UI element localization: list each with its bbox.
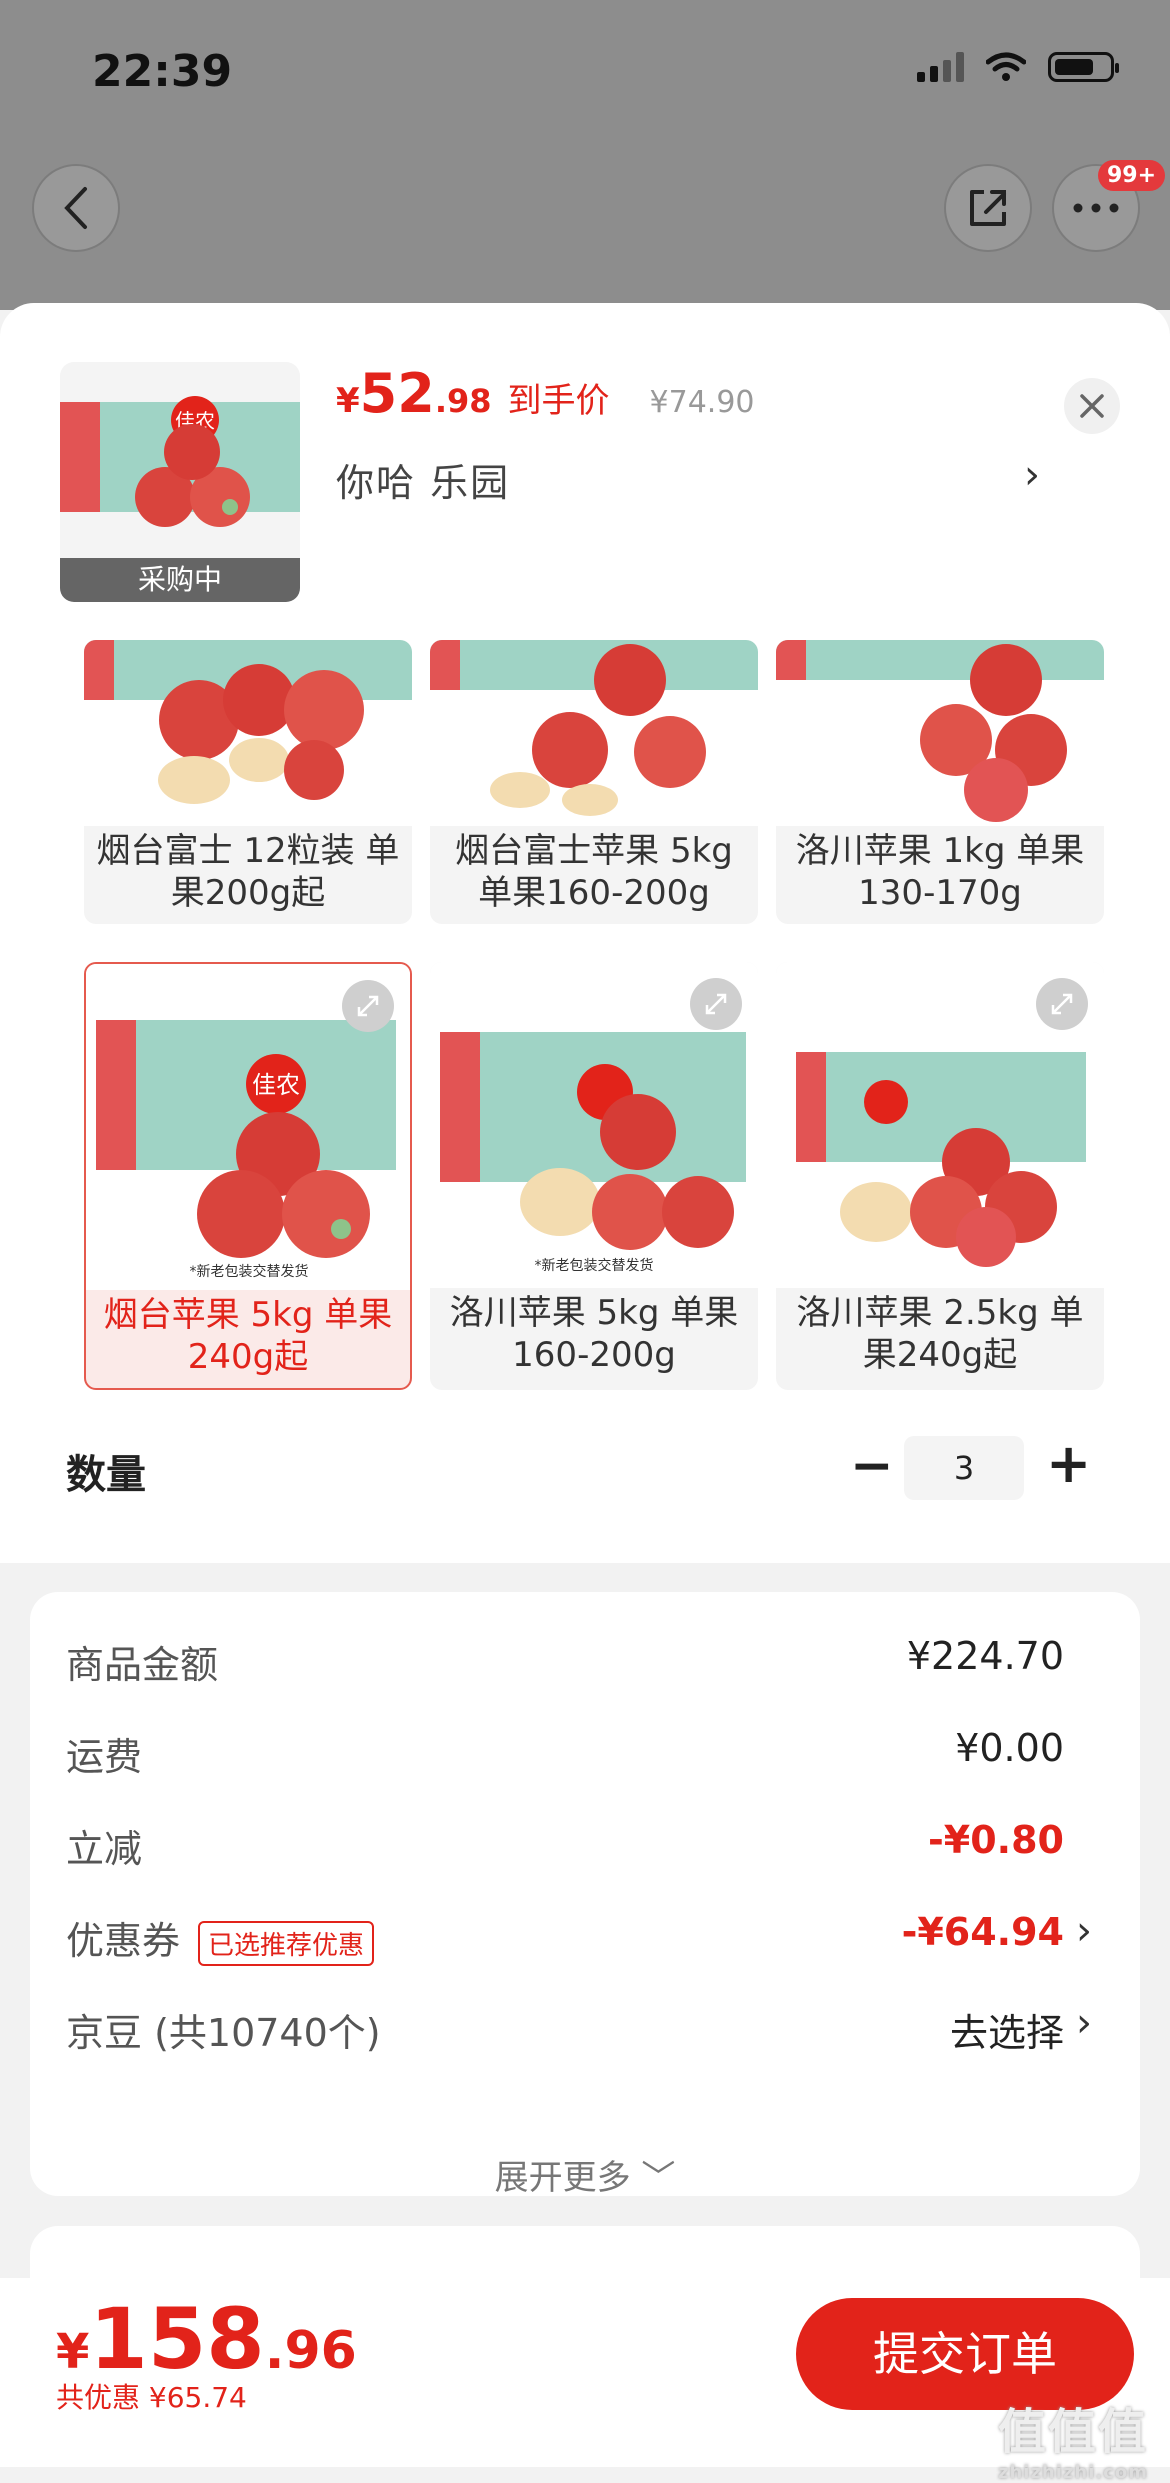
chevron-right-icon[interactable]: ›	[1024, 452, 1040, 498]
price-currency: ¥	[336, 381, 360, 421]
expand-icon	[357, 995, 379, 1017]
coupon-value[interactable]: -¥64.94	[902, 1910, 1064, 1954]
coupon-label: 优惠券	[66, 1919, 181, 1963]
share-icon	[970, 190, 1006, 226]
final-price-tag: 到手价	[507, 381, 610, 421]
price-row: ¥ 52 .98 到手价 ¥74.90	[336, 362, 755, 425]
expand-image-button[interactable]	[342, 980, 394, 1032]
variant-label: 烟台富士 12粒装 单果200g起	[96, 831, 400, 913]
message-badge: 99+	[1098, 160, 1166, 191]
variant-image: 佳农 *新老包装交替发货	[86, 964, 410, 1290]
box-note: *新老包装交替发货	[535, 1257, 654, 1274]
box-note: *新老包装交替发货	[190, 1263, 309, 1280]
variant-label: 烟台富士苹果 5kg 单果160-200g	[455, 831, 733, 913]
expand-more-link[interactable]: 展开更多 ﹀	[30, 2150, 1140, 2199]
variant-image	[84, 640, 412, 826]
price-decimal: .98	[434, 382, 492, 420]
expand-icon	[705, 993, 727, 1015]
variant-image	[776, 640, 1104, 826]
variant-card[interactable]: *新老包装交替发货 洛川苹果 5kg 单果160-200g	[430, 962, 758, 1390]
expand-image-button[interactable]	[1036, 978, 1088, 1030]
price-integer: 52	[359, 362, 435, 425]
close-icon	[1080, 394, 1104, 418]
wifi-icon	[986, 52, 1026, 81]
goods-amount-value: ¥224.70	[906, 1634, 1064, 1678]
variant-card[interactable]: 烟台富士 12粒装 单果200g起	[84, 640, 412, 924]
site-watermark: 值值值 zhizhizhi.com	[997, 2404, 1148, 2483]
purchasing-status-label: 采购中	[60, 558, 300, 602]
beans-chevron-icon[interactable]: ›	[1076, 2000, 1092, 2046]
variant-label: 烟台苹果 5kg 单果240g起	[103, 1295, 393, 1377]
variant-image	[776, 962, 1104, 1288]
quantity-label: 数量	[66, 1452, 146, 1498]
variant-image	[430, 640, 758, 826]
total-price: ¥ 158 .96	[56, 2290, 357, 2388]
variant-card-selected[interactable]: 佳农 *新老包装交替发货 烟台苹果 5kg 单果240g起	[84, 962, 412, 1390]
shop-address[interactable]: 你哈 乐园	[336, 452, 510, 507]
back-button[interactable]	[32, 164, 120, 252]
total-integer: 158	[89, 2290, 265, 2388]
goods-amount-label: 商品金额	[66, 1643, 219, 1687]
status-icons	[917, 52, 1119, 82]
share-button[interactable]	[944, 164, 1032, 252]
shipping-value: ¥0.00	[955, 1726, 1064, 1770]
original-price: ¥74.90	[649, 385, 755, 420]
more-dots-icon	[1073, 203, 1119, 213]
battery-icon	[1048, 52, 1119, 82]
quantity-decrease-button[interactable]: −	[850, 1436, 894, 1496]
coupon-chevron-icon[interactable]: ›	[1076, 1908, 1092, 1954]
variant-card[interactable]: 洛川苹果 1kg 单果130-170g	[776, 640, 1104, 924]
shipping-label: 运费	[66, 1735, 143, 1779]
variant-label: 洛川苹果 1kg 单果130-170g	[795, 831, 1085, 913]
jd-beans-select[interactable]: 去选择	[950, 2002, 1064, 2057]
total-saving: 共优惠 ¥65.74	[56, 2381, 247, 2414]
brand-logo-text: 佳农	[252, 1071, 300, 1099]
instant-discount-label: 立减	[66, 1827, 143, 1871]
coupon-recommended-tag: 已选推荐优惠	[198, 1921, 375, 1966]
price-summary-card: 商品金额 ¥224.70 运费 ¥0.00 立减 -¥0.80 优惠券 已选推荐优…	[30, 1592, 1140, 2199]
variant-label: 洛川苹果 2.5kg 单果240g起	[796, 1293, 1084, 1375]
jd-beans-label: 京豆 (共10740个)	[66, 2011, 381, 2055]
chevron-left-icon	[64, 187, 87, 229]
signal-icon	[917, 52, 964, 82]
status-time: 22:39	[92, 46, 233, 97]
quantity-input[interactable]: 3	[904, 1436, 1024, 1500]
variant-image: *新老包装交替发货	[430, 962, 758, 1288]
variant-card[interactable]: 洛川苹果 2.5kg 单果240g起	[776, 962, 1104, 1390]
expand-icon	[1051, 993, 1073, 1015]
instant-discount-value: -¥0.80	[928, 1818, 1064, 1862]
close-button[interactable]	[1064, 378, 1120, 434]
expand-image-button[interactable]	[690, 978, 742, 1030]
total-currency: ¥	[56, 2324, 90, 2380]
quantity-increase-button[interactable]: +	[1046, 1432, 1091, 1495]
coupon-row[interactable]: 优惠券 已选推荐优惠	[66, 1910, 375, 1966]
product-thumbnail: 佳农 采购中	[60, 362, 300, 602]
variant-card[interactable]: 烟台富士苹果 5kg 单果160-200g	[430, 640, 758, 924]
variant-label: 洛川苹果 5kg 单果160-200g	[449, 1293, 739, 1375]
total-decimal: .96	[264, 2321, 357, 2381]
